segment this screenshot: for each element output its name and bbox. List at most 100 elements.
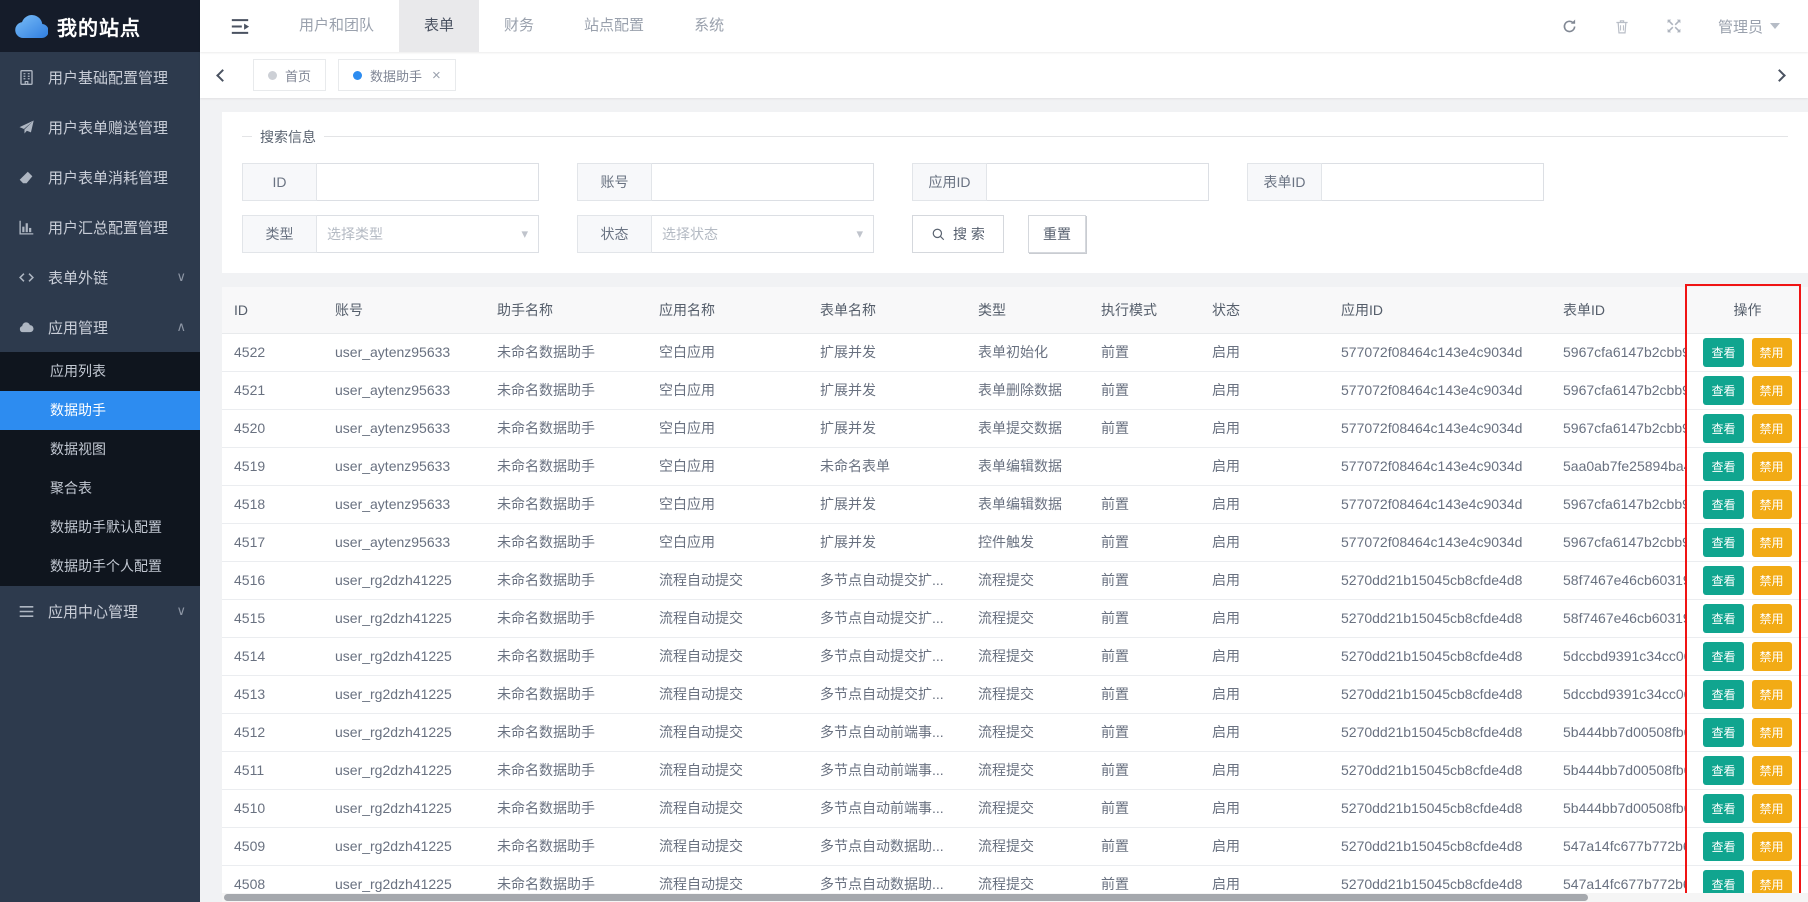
- view-button[interactable]: 查看: [1703, 376, 1743, 405]
- sidebar-item-building[interactable]: 用户基础配置管理: [0, 52, 200, 102]
- cell-assistant: 未命名数据助手: [485, 447, 647, 485]
- horizontal-scrollbar-thumb[interactable]: [224, 894, 1588, 901]
- sidebar-item-label: 用户汇总配置管理: [48, 217, 168, 238]
- sidebar-item-cloud[interactable]: 应用管理∧: [0, 302, 200, 352]
- search-input[interactable]: [652, 163, 874, 201]
- select-dropdown[interactable]: 选择类型▾: [317, 215, 539, 253]
- disable-button[interactable]: 禁用: [1752, 756, 1792, 785]
- nav-item[interactable]: 表单: [399, 0, 479, 52]
- horizontal-scrollbar: [222, 893, 1808, 902]
- disable-button[interactable]: 禁用: [1752, 376, 1792, 405]
- close-icon[interactable]: ×: [432, 67, 441, 84]
- disable-button[interactable]: 禁用: [1752, 604, 1792, 633]
- sidebar-item-bar-chart[interactable]: 用户汇总配置管理: [0, 202, 200, 252]
- cell-app: 空白应用: [647, 333, 808, 371]
- fullscreen-icon[interactable]: [1666, 18, 1682, 34]
- link-icon: [18, 268, 36, 286]
- cell-assistant: 未命名数据助手: [485, 409, 647, 447]
- field-label: 账号: [577, 163, 652, 201]
- cell-actions: 查看禁用: [1687, 409, 1808, 447]
- view-button[interactable]: 查看: [1703, 414, 1743, 443]
- cell-type: 流程提交: [966, 827, 1089, 865]
- tabs-scroll-right-icon[interactable]: [1773, 69, 1786, 82]
- disable-button[interactable]: 禁用: [1752, 566, 1792, 595]
- disable-button[interactable]: 禁用: [1752, 718, 1792, 747]
- view-button[interactable]: 查看: [1703, 680, 1743, 709]
- column-header: 表单ID: [1551, 287, 1687, 333]
- cell-app: 空白应用: [647, 371, 808, 409]
- refresh-icon[interactable]: [1561, 18, 1578, 35]
- view-button[interactable]: 查看: [1703, 490, 1743, 519]
- submenu-item[interactable]: 数据助手: [0, 391, 200, 430]
- submenu-item[interactable]: 应用列表: [0, 352, 200, 391]
- select-dropdown[interactable]: 选择状态▾: [652, 215, 874, 253]
- trash-icon[interactable]: [1614, 18, 1630, 35]
- view-button[interactable]: 查看: [1703, 718, 1743, 747]
- search-input[interactable]: [987, 163, 1209, 201]
- nav-item[interactable]: 站点配置: [559, 0, 669, 52]
- tabs-scroll-left-icon[interactable]: [216, 69, 229, 82]
- cell-actions: 查看禁用: [1687, 713, 1808, 751]
- sidebar-item-label: 应用中心管理: [48, 601, 138, 622]
- search-button[interactable]: 搜 索: [912, 215, 1004, 253]
- disable-button[interactable]: 禁用: [1752, 642, 1792, 671]
- cell-form_id: 5b444bb7d00508fb6: [1551, 713, 1687, 751]
- disable-button[interactable]: 禁用: [1752, 794, 1792, 823]
- cell-type: 表单编辑数据: [966, 447, 1089, 485]
- cell-mode: [1089, 447, 1200, 485]
- search-input[interactable]: [1322, 163, 1544, 201]
- tab-active[interactable]: 数据助手×: [338, 59, 456, 91]
- submenu-item[interactable]: 数据助手默认配置: [0, 508, 200, 547]
- view-button[interactable]: 查看: [1703, 756, 1743, 785]
- view-button[interactable]: 查看: [1703, 794, 1743, 823]
- cell-app: 流程自动提交: [647, 713, 808, 751]
- view-button[interactable]: 查看: [1703, 338, 1743, 367]
- sidebar-item-menu[interactable]: 应用中心管理∨: [0, 586, 200, 636]
- cell-type: 流程提交: [966, 599, 1089, 637]
- search-icon: [931, 227, 946, 242]
- cell-assistant: 未命名数据助手: [485, 485, 647, 523]
- column-header: 操作: [1687, 287, 1808, 333]
- nav-item[interactable]: 系统: [669, 0, 749, 52]
- nav-item[interactable]: 财务: [479, 0, 559, 52]
- disable-button[interactable]: 禁用: [1752, 338, 1792, 367]
- view-button[interactable]: 查看: [1703, 528, 1743, 557]
- view-button[interactable]: 查看: [1703, 566, 1743, 595]
- view-button[interactable]: 查看: [1703, 642, 1743, 671]
- reset-button[interactable]: 重置: [1028, 215, 1086, 253]
- disable-button[interactable]: 禁用: [1752, 832, 1792, 861]
- view-button[interactable]: 查看: [1703, 832, 1743, 861]
- disable-button[interactable]: 禁用: [1752, 452, 1792, 481]
- disable-button[interactable]: 禁用: [1752, 528, 1792, 557]
- submenu-item[interactable]: 聚合表: [0, 469, 200, 508]
- cell-assistant: 未命名数据助手: [485, 561, 647, 599]
- submenu-item[interactable]: 数据视图: [0, 430, 200, 469]
- disable-button[interactable]: 禁用: [1752, 680, 1792, 709]
- cell-status: 启用: [1200, 599, 1329, 637]
- cell-app: 流程自动提交: [647, 751, 808, 789]
- disable-button[interactable]: 禁用: [1752, 414, 1792, 443]
- cell-app_id: 577072f08464c143e4c9034d: [1329, 371, 1551, 409]
- search-input[interactable]: [317, 163, 539, 201]
- sidebar-item-eraser[interactable]: 用户表单消耗管理: [0, 152, 200, 202]
- view-button[interactable]: 查看: [1703, 452, 1743, 481]
- select-placeholder: 选择状态: [662, 224, 718, 244]
- tab-item[interactable]: 首页: [253, 59, 326, 91]
- cell-form_id: 5dccbd9391c34cc06: [1551, 675, 1687, 713]
- cell-mode: 前置: [1089, 599, 1200, 637]
- view-button[interactable]: 查看: [1703, 604, 1743, 633]
- cell-app_id: 5270dd21b15045cb8cfde4d8: [1329, 599, 1551, 637]
- nav-item[interactable]: 用户和团队: [274, 0, 399, 52]
- disable-button[interactable]: 禁用: [1752, 490, 1792, 519]
- sidebar-item-link[interactable]: 表单外链∨: [0, 252, 200, 302]
- search-row-selects: 类型选择类型▾状态选择状态▾ 搜 索 重置: [242, 215, 1788, 253]
- submenu-item[interactable]: 数据助手个人配置: [0, 547, 200, 586]
- sidebar-item-send[interactable]: 用户表单赠送管理: [0, 102, 200, 152]
- admin-menu[interactable]: 管理员: [1718, 16, 1780, 37]
- collapse-sidebar-icon[interactable]: [230, 18, 250, 35]
- column-header: 应用名称: [647, 287, 808, 333]
- table-row: 4522user_aytenz95633未命名数据助手空白应用扩展并发表单初始化…: [222, 333, 1808, 371]
- chevron-down-icon: ▾: [521, 226, 528, 242]
- table-row: 4512user_rg2dzh41225未命名数据助手流程自动提交多节点自动前端…: [222, 713, 1808, 751]
- cell-id: 4515: [222, 599, 323, 637]
